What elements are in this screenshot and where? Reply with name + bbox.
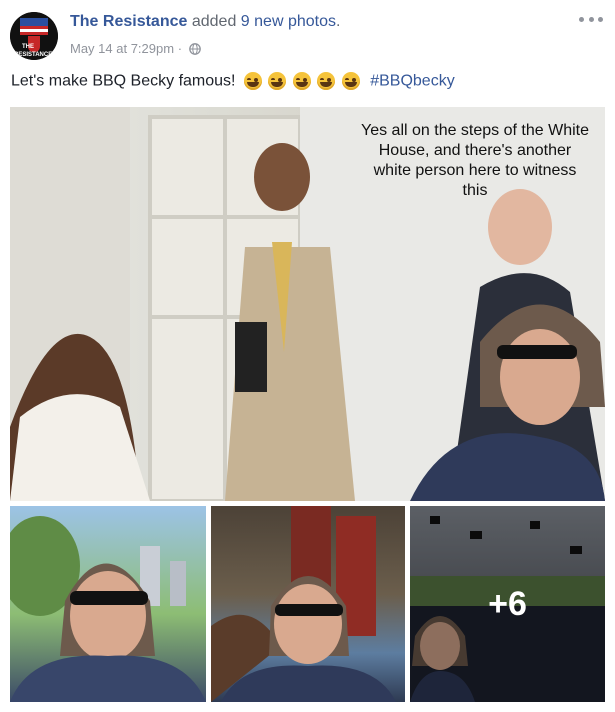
thumbnail-1-image [10, 516, 206, 702]
more-photos-overlay[interactable]: +6 [410, 506, 605, 702]
avatar-text-top: THE [22, 44, 34, 50]
post-text: Let's make BBQ Becky famous! [11, 72, 236, 90]
more-dot-icon [598, 16, 603, 22]
photo-thumbnail-1[interactable] [10, 506, 206, 702]
photo-thumbnail-2[interactable] [211, 506, 405, 702]
more-dot-icon [588, 16, 594, 22]
post-header: The Resistance added 9 new photos. [70, 13, 340, 31]
page-avatar[interactable]: THE RESISTANCE [10, 12, 58, 60]
action-prefix: added [191, 13, 237, 30]
timestamp-link[interactable]: May 14 at 7:29pm [70, 41, 174, 56]
avatar-text-bottom: RESISTANCE [14, 52, 52, 58]
action-suffix: . [335, 13, 341, 30]
photo-thumbnail-3-more[interactable]: +6 [410, 506, 605, 702]
laughing-emoji-icon [341, 72, 360, 90]
laughing-emoji-icon [243, 72, 262, 90]
feed-post: THE RESISTANCE The Resistance added 9 ne… [0, 0, 615, 712]
emoji-group [243, 72, 362, 90]
more-photos-count: +6 [488, 584, 527, 623]
more-options-button[interactable] [579, 12, 603, 26]
laughing-emoji-icon [292, 72, 311, 90]
author-name-link[interactable]: The Resistance [70, 13, 187, 30]
meta-separator: · [177, 41, 183, 57]
post-meta: May 14 at 7:29pm · [70, 40, 201, 56]
laughing-emoji-icon [268, 72, 287, 90]
post-message: Let's make BBQ Becky famous! #BBQbecky [11, 72, 455, 90]
more-dot-icon [579, 16, 584, 22]
meme-caption: Yes all on the steps of the White House,… [361, 122, 589, 199]
main-photo[interactable]: Yes all on the steps of the White House,… [10, 107, 605, 501]
laughing-emoji-icon [317, 72, 336, 90]
photo-count-link[interactable]: 9 new photos [241, 13, 336, 30]
thumbnail-2-image [211, 506, 396, 702]
resistance-fist-logo: THE RESISTANCE [10, 12, 58, 60]
globe-icon[interactable] [188, 42, 201, 55]
hashtag-link[interactable]: #BBQbecky [370, 72, 454, 89]
